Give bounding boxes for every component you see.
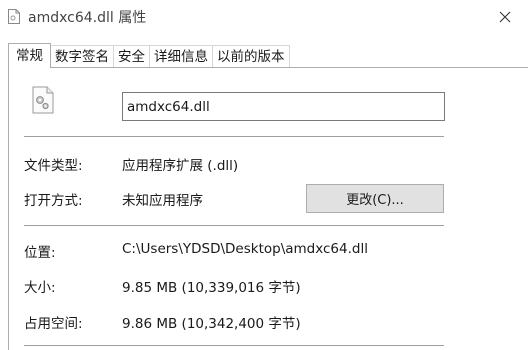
separator [24, 225, 444, 226]
file-name-field[interactable] [122, 92, 445, 121]
close-icon [499, 11, 511, 23]
tab-details[interactable]: 详细信息 [149, 45, 213, 67]
opens-with-value: 未知应用程序 [122, 193, 203, 209]
location-label: 位置: [24, 245, 56, 261]
close-button[interactable] [482, 0, 528, 34]
size-on-disk-value: 9.86 MB (10,342,400 字节) [122, 316, 301, 332]
opens-with-label: 打开方式: [24, 193, 83, 209]
title-bar[interactable]: amdxc64.dll 属性 [0, 0, 528, 34]
dll-gear-file-icon [32, 86, 54, 114]
window-title: amdxc64.dll 属性 [28, 10, 147, 26]
tab-strip: 常规 数字签名 安全 详细信息 以前的版本 [8, 43, 290, 68]
file-type-value: 应用程序扩展 (.dll) [122, 158, 239, 174]
file-type-label: 文件类型: [24, 158, 83, 174]
location-value: C:\Users\YDSD\Desktop\amdxc64.dll [122, 241, 368, 257]
change-button[interactable]: 更改(C)... [306, 184, 444, 213]
size-value: 9.85 MB (10,339,016 字节) [122, 280, 301, 296]
separator [24, 136, 444, 137]
size-label: 大小: [24, 280, 56, 296]
tab-general[interactable]: 常规 [8, 43, 51, 68]
separator [24, 345, 444, 346]
properties-dialog: amdxc64.dll 属性 常规 数字签名 安全 详细信息 以前的版本 文件类… [0, 0, 528, 350]
tab-previous-versions[interactable]: 以前的版本 [212, 45, 290, 67]
size-on-disk-label: 占用空间: [24, 316, 83, 332]
dll-file-icon [8, 9, 20, 24]
tab-security[interactable]: 安全 [113, 45, 150, 67]
tab-digital-signatures[interactable]: 数字签名 [50, 45, 114, 67]
